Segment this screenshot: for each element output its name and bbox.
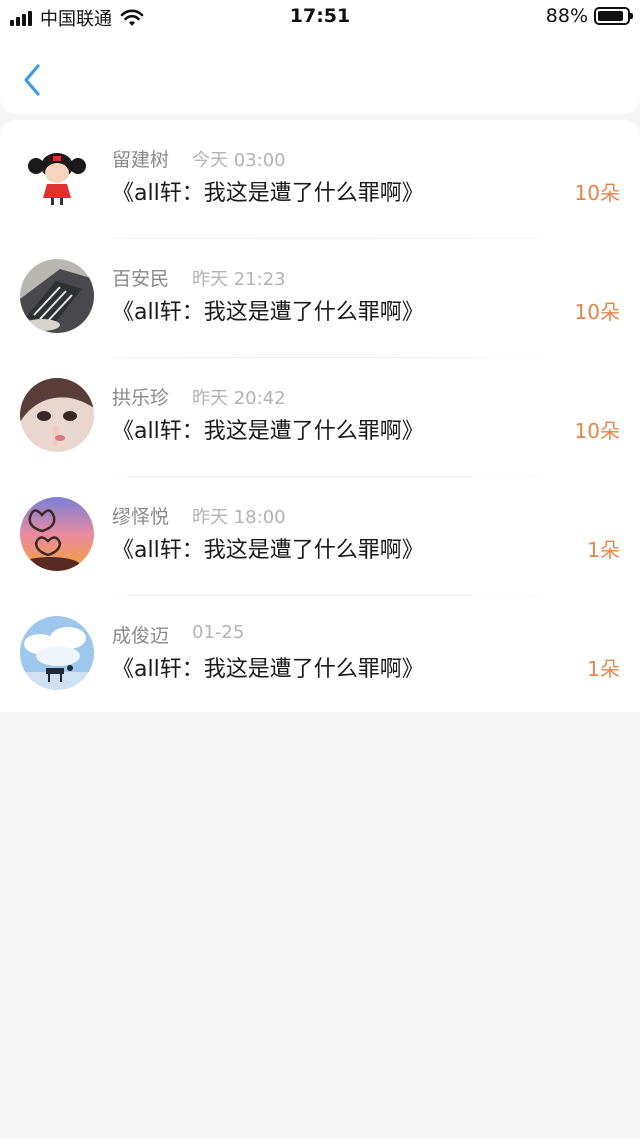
clock: 17:51	[289, 5, 351, 27]
list-item[interactable]: 缪怿悦 昨天 18:00 《all轩：我这是遭了什么罪啊》 1朵	[0, 477, 640, 596]
battery-fill	[598, 11, 623, 21]
avatar-image	[20, 497, 94, 571]
avatar[interactable]	[20, 140, 94, 214]
avatar[interactable]	[20, 497, 94, 571]
sent-time: 今天 03:00	[192, 150, 286, 171]
sent-time: 昨天 18:00	[192, 507, 286, 528]
avatar[interactable]	[20, 259, 94, 333]
back-button[interactable]	[18, 60, 48, 100]
list-item[interactable]: 拱乐珍 昨天 20:42 《all轩：我这是遭了什么罪啊》 10朵	[0, 358, 640, 477]
flower-count: 1朵	[587, 657, 620, 681]
sent-time: 昨天 21:23	[192, 269, 286, 290]
sender-name: 拱乐珍	[112, 387, 170, 409]
sender-name: 成俊迈	[112, 625, 170, 647]
list-item[interactable]: 留建树 今天 03:00 《all轩：我这是遭了什么罪啊》 10朵	[0, 120, 640, 239]
list-item[interactable]: 百安民 昨天 21:23 《all轩：我这是遭了什么罪啊》 10朵	[0, 239, 640, 358]
sent-time: 01-25	[192, 622, 245, 643]
battery-percent: 88%	[545, 5, 588, 27]
list-item[interactable]: 成俊迈 01-25 《all轩：我这是遭了什么罪啊》 1朵	[0, 596, 640, 715]
sender-name: 缪怿悦	[112, 506, 170, 528]
flower-count: 1朵	[587, 538, 620, 562]
status-bar: 中国联通 17:51 88%	[0, 0, 640, 34]
avatar[interactable]	[20, 616, 94, 690]
work-title: 《all轩：我这是遭了什么罪啊》	[112, 657, 424, 682]
work-title: 《all轩：我这是遭了什么罪啊》	[112, 538, 424, 563]
avatar-image	[20, 378, 94, 452]
avatar[interactable]	[20, 378, 94, 452]
work-title: 《all轩：我这是遭了什么罪啊》	[112, 300, 424, 325]
avatar-image	[20, 616, 94, 690]
flower-count: 10朵	[574, 181, 620, 205]
sent-time: 昨天 20:42	[192, 388, 286, 409]
flower-count: 10朵	[574, 300, 620, 324]
battery-icon	[594, 7, 633, 25]
sender-name: 留建树	[112, 149, 170, 171]
gift-list: 留建树 今天 03:00 《all轩：我这是遭了什么罪啊》 10朵 百安民 昨天…	[0, 120, 640, 712]
avatar-image	[20, 259, 94, 333]
flower-count: 10朵	[574, 419, 620, 443]
sender-name: 百安民	[112, 268, 170, 290]
work-title: 《all轩：我这是遭了什么罪啊》	[112, 181, 424, 206]
work-title: 《all轩：我这是遭了什么罪啊》	[112, 419, 424, 444]
nav-bar	[0, 34, 640, 114]
chevron-left-icon	[24, 64, 40, 96]
avatar-image	[20, 140, 94, 214]
status-right: 88%	[545, 5, 633, 27]
